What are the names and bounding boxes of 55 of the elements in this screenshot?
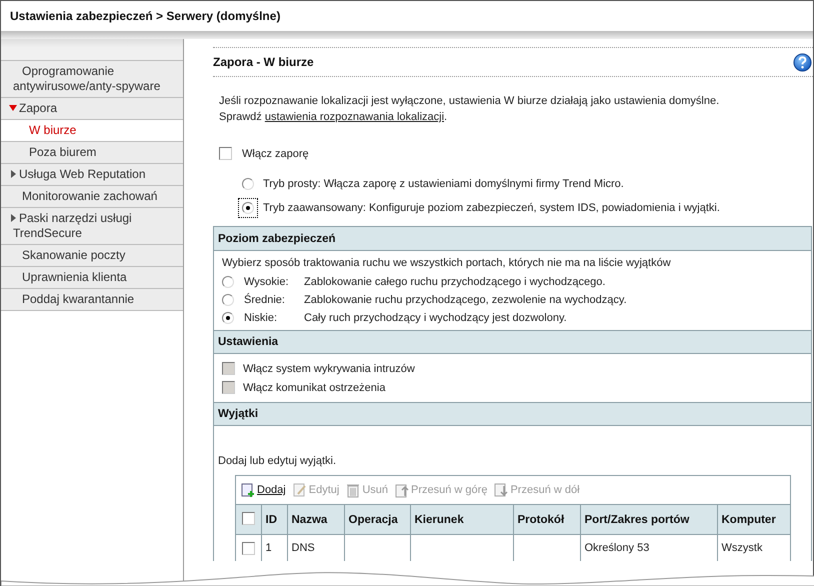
add-button[interactable]: Dodaj	[240, 482, 286, 498]
help-icon[interactable]	[793, 52, 812, 72]
column-header: Nazwa	[287, 504, 344, 534]
section-header: Poziom zabezpieczeń	[214, 227, 811, 251]
document-plus-icon	[240, 482, 256, 498]
table-cell: Wszystk	[717, 534, 790, 560]
radio-button[interactable]	[222, 276, 234, 288]
radio-label: Tryb zaawansowany: Konfiguruje poziom zabezpieczeń, system IDS, powiadomienia i wyjątki.	[263, 202, 720, 214]
caret-down-icon	[9, 104, 17, 112]
column-header: Protokół	[513, 504, 580, 534]
checkbox-label: Włącz system wykrywania intruzów	[243, 362, 415, 374]
checkbox[interactable]	[219, 147, 232, 160]
sidebar-item[interactable]: Uprawnienia klienta	[1, 267, 183, 289]
column-header: Kierunek	[410, 504, 513, 534]
section-header: Ustawienia	[214, 330, 811, 354]
sidebar-item[interactable]: Oprogramowanie antywirusowe/anty-spyware	[1, 61, 183, 98]
info-text: Jeśli rozpoznawanie lokalizacji jest wyłączone, ustawienia W biurze działają jako ustawienia domyślne.	[219, 94, 720, 109]
radio-button[interactable]	[222, 312, 234, 324]
radio-button[interactable]	[238, 198, 258, 218]
column-header: ID	[261, 504, 287, 534]
trash-icon	[345, 482, 362, 498]
pencil-icon	[292, 482, 308, 498]
caret-right-icon	[9, 170, 17, 178]
radio-label: Tryb prosty: Włącza zaporę z ustawieniami domyślnymi firmy Trend Micro.	[263, 178, 624, 190]
checkbox-label: Włącz zaporę	[242, 148, 309, 160]
radio-button[interactable]	[222, 294, 234, 306]
radio-label: Wysokie:	[244, 276, 290, 288]
checkbox[interactable]	[242, 512, 255, 524]
radio-label: Niskie:	[244, 312, 278, 324]
caret-right-icon	[9, 214, 17, 222]
column-header: Komputer	[717, 504, 790, 534]
arrow-down-icon	[493, 482, 510, 498]
arrow-up-icon	[394, 482, 410, 498]
sidebar-item[interactable]: Usługa Web Reputation	[1, 164, 183, 186]
checkbox[interactable]	[242, 542, 255, 555]
section-header: Wyjątki	[214, 402, 811, 426]
checkbox-label: Włącz komunikat ostrzeżenia	[243, 382, 386, 394]
sidebar-item[interactable]: Skanowanie poczty	[1, 245, 183, 267]
sidebar-item[interactable]: Monitorowanie zachowań	[1, 186, 183, 208]
info-text: Sprawdź ustawienia rozpoznawania lokalizacji.	[219, 110, 448, 125]
sidebar-item[interactable]: Poza biurem	[1, 142, 183, 164]
option-description: Zablokowanie całego ruchu przychodzącego i wychodzącego.	[304, 276, 606, 288]
column-header: Port/Zakres portów	[580, 504, 717, 534]
sidebar-item[interactable]: Paski narzędzi usługi TrendSecure	[1, 208, 183, 245]
sidebar-item[interactable]: Zapora	[1, 98, 183, 120]
column-header: Operacja	[344, 504, 410, 534]
settings-link[interactable]: ustawienia rozpoznawania lokalizacji	[264, 111, 444, 123]
panel-title: Zapora - W biurze	[213, 55, 314, 69]
section-description: Wybierz sposób traktowania ruchu we wszystkich portach, których nie ma na liście wyjątków	[222, 257, 672, 269]
sidebar-item[interactable]: Poddaj kwarantannie	[1, 289, 183, 311]
option-description: Zablokowanie ruchu przychodzącego, zezwolenie na wychodzący.	[304, 294, 628, 306]
section-description: Dodaj lub edytuj wyjątki.	[218, 455, 338, 467]
option-description: Cały ruch przychodzący i wychodzący jest dozwolony.	[304, 312, 568, 324]
page-title: Ustawienia zabezpieczeń > Serwery (domyślne)	[10, 9, 280, 23]
radio-label: Średnie:	[244, 294, 286, 306]
